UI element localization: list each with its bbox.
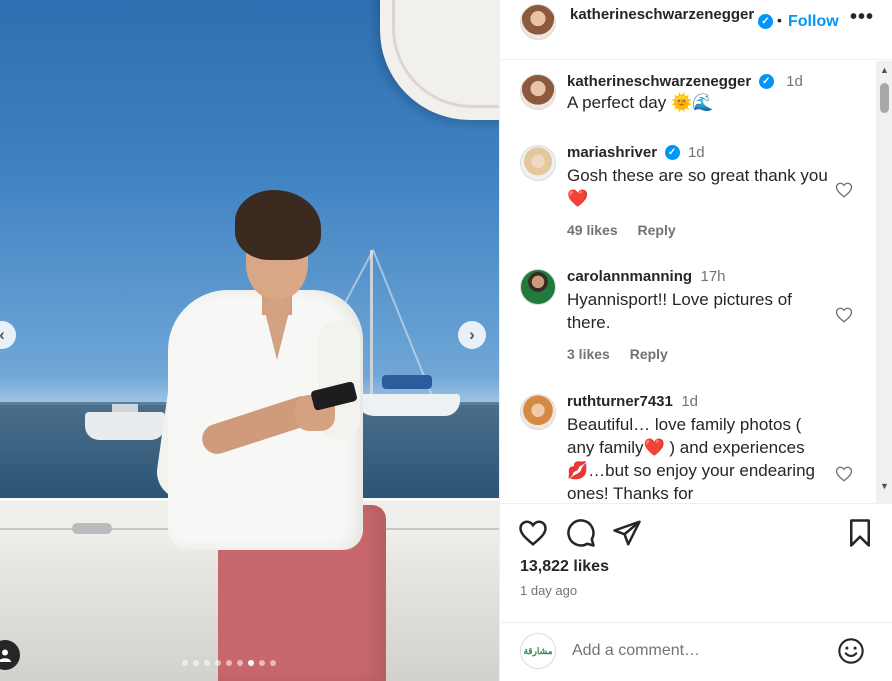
avatar[interactable]: مشارقة [520,633,556,669]
photo-motorboat [85,412,165,440]
post-timestamp[interactable]: 1 day ago [520,583,577,598]
red-heart-emoji: ❤️ [567,189,589,208]
carousel-dot [182,660,188,666]
heart-icon[interactable] [835,306,853,324]
heart-icon[interactable] [835,465,853,483]
caption-time[interactable]: 1d [786,73,803,90]
emoji-icon[interactable] [837,637,865,665]
caption-text: A perfect day 🌞🌊 [567,93,714,112]
comment-likes[interactable]: 49 likes [567,222,618,238]
comment-composer: مشارقة [500,622,892,681]
comment-username[interactable]: ruthturner7431 [567,393,673,410]
comment-meta: 49 likes Reply [567,222,829,238]
carousel-dot [215,660,221,666]
comment-time[interactable]: 1d [688,144,705,161]
comment-body: mariashriver ✓ 1d Gosh these are so grea… [567,144,829,238]
avatar[interactable] [520,269,556,305]
comment-input[interactable] [572,642,822,660]
post-header: katherineschwarzenegger ✓ • Follow ••• [500,0,892,60]
photo-mast [370,250,373,398]
verified-icon: ✓ [758,74,774,90]
post-sidebar: katherineschwarzenegger ✓ • Follow ••• k… [499,0,892,681]
comment-meta: 3 likes Reply [567,346,829,362]
red-heart-emoji: ❤️ [643,438,665,457]
user-tag-icon [0,649,11,662]
avatar[interactable] [520,4,556,40]
caption-body: katherineschwarzenegger ✓ 1d A perfect d… [567,73,829,114]
reply-button[interactable]: Reply [630,346,668,362]
comment-text: Gosh these are so great thank you ❤️ [567,164,829,210]
comment-text-part: …but so enjoy your endearing ones! Thank… [567,461,815,503]
carousel-dot [237,660,243,666]
heart-icon[interactable] [835,181,853,199]
comment-icon[interactable] [566,518,596,548]
scroll-down-icon[interactable]: ▼ [876,481,892,491]
scroll-thumb[interactable] [880,83,889,113]
comment-text: Beautiful… love family photos ( any fami… [567,413,829,503]
scroll-up-icon[interactable]: ▲ [876,65,892,75]
verified-icon: ✓ [758,14,773,29]
comment-time[interactable]: 1d [681,393,698,410]
carousel-next-button[interactable]: › [458,321,486,349]
comment-body: carolannmanning 17h Hyannisport!! Love p… [567,268,829,362]
caption-username[interactable]: katherineschwarzenegger [567,73,751,90]
avatar[interactable] [520,74,556,110]
avatar[interactable] [520,145,556,181]
heart-icon[interactable] [518,518,548,548]
more-icon[interactable]: ••• [850,6,874,29]
lips-emoji: 💋 [567,461,589,480]
verified-icon: ✓ [664,145,680,161]
list-item: carolannmanning 17h Hyannisport!! Love p… [500,268,875,378]
carousel-dot [226,660,232,666]
photo-sail-cover [382,375,432,389]
post-actions: 13,822 likes 1 day ago [500,503,892,623]
photo-man-hair [235,190,321,260]
list-item: ruthturner7431 1d Beautiful… love family… [500,393,875,503]
post-author-username[interactable]: katherineschwarzenegger [570,5,755,25]
comment-time[interactable]: 17h [700,268,725,285]
separator-dot: • [777,12,782,28]
reply-button[interactable]: Reply [638,222,676,238]
list-item: mariashriver ✓ 1d Gosh these are so grea… [500,144,875,254]
comments-list[interactable]: katherineschwarzenegger ✓ 1d A perfect d… [500,61,892,503]
comment-body: ruthturner7431 1d Beautiful… love family… [567,393,829,503]
photo-sailboat [355,394,460,416]
comment-username[interactable]: mariashriver [567,144,657,161]
like-count[interactable]: 13,822 likes [520,558,609,576]
chevron-left-icon: ‹ [0,325,5,345]
carousel-prev-button[interactable]: ‹ [0,321,16,349]
carousel-dot [204,660,210,666]
chevron-right-icon: › [469,325,475,344]
caption-item: katherineschwarzenegger ✓ 1d A perfect d… [500,73,875,143]
post-photo[interactable]: ‹ › [0,0,499,681]
comment-text-content: Gosh these are so great thank you [567,166,828,185]
bookmark-icon[interactable] [845,518,875,548]
carousel-dot [248,660,254,666]
comments-scrollbar[interactable]: ▲ ▼ [876,61,892,503]
comment-text: Hyannisport!! Love pictures of there. [567,290,792,332]
share-icon[interactable] [612,518,642,548]
avatar-logo-text: مشارقة [523,645,553,656]
carousel-dot [270,660,276,666]
comment-likes[interactable]: 3 likes [567,346,610,362]
avatar[interactable] [520,394,556,430]
follow-button[interactable]: Follow [788,13,839,31]
carousel-indicator [182,660,276,666]
carousel-dot [193,660,199,666]
comment-username[interactable]: carolannmanning [567,268,692,285]
carousel-dot [259,660,265,666]
photo-cleat [72,523,112,534]
comment-text-part: ) and experiences [664,438,805,457]
